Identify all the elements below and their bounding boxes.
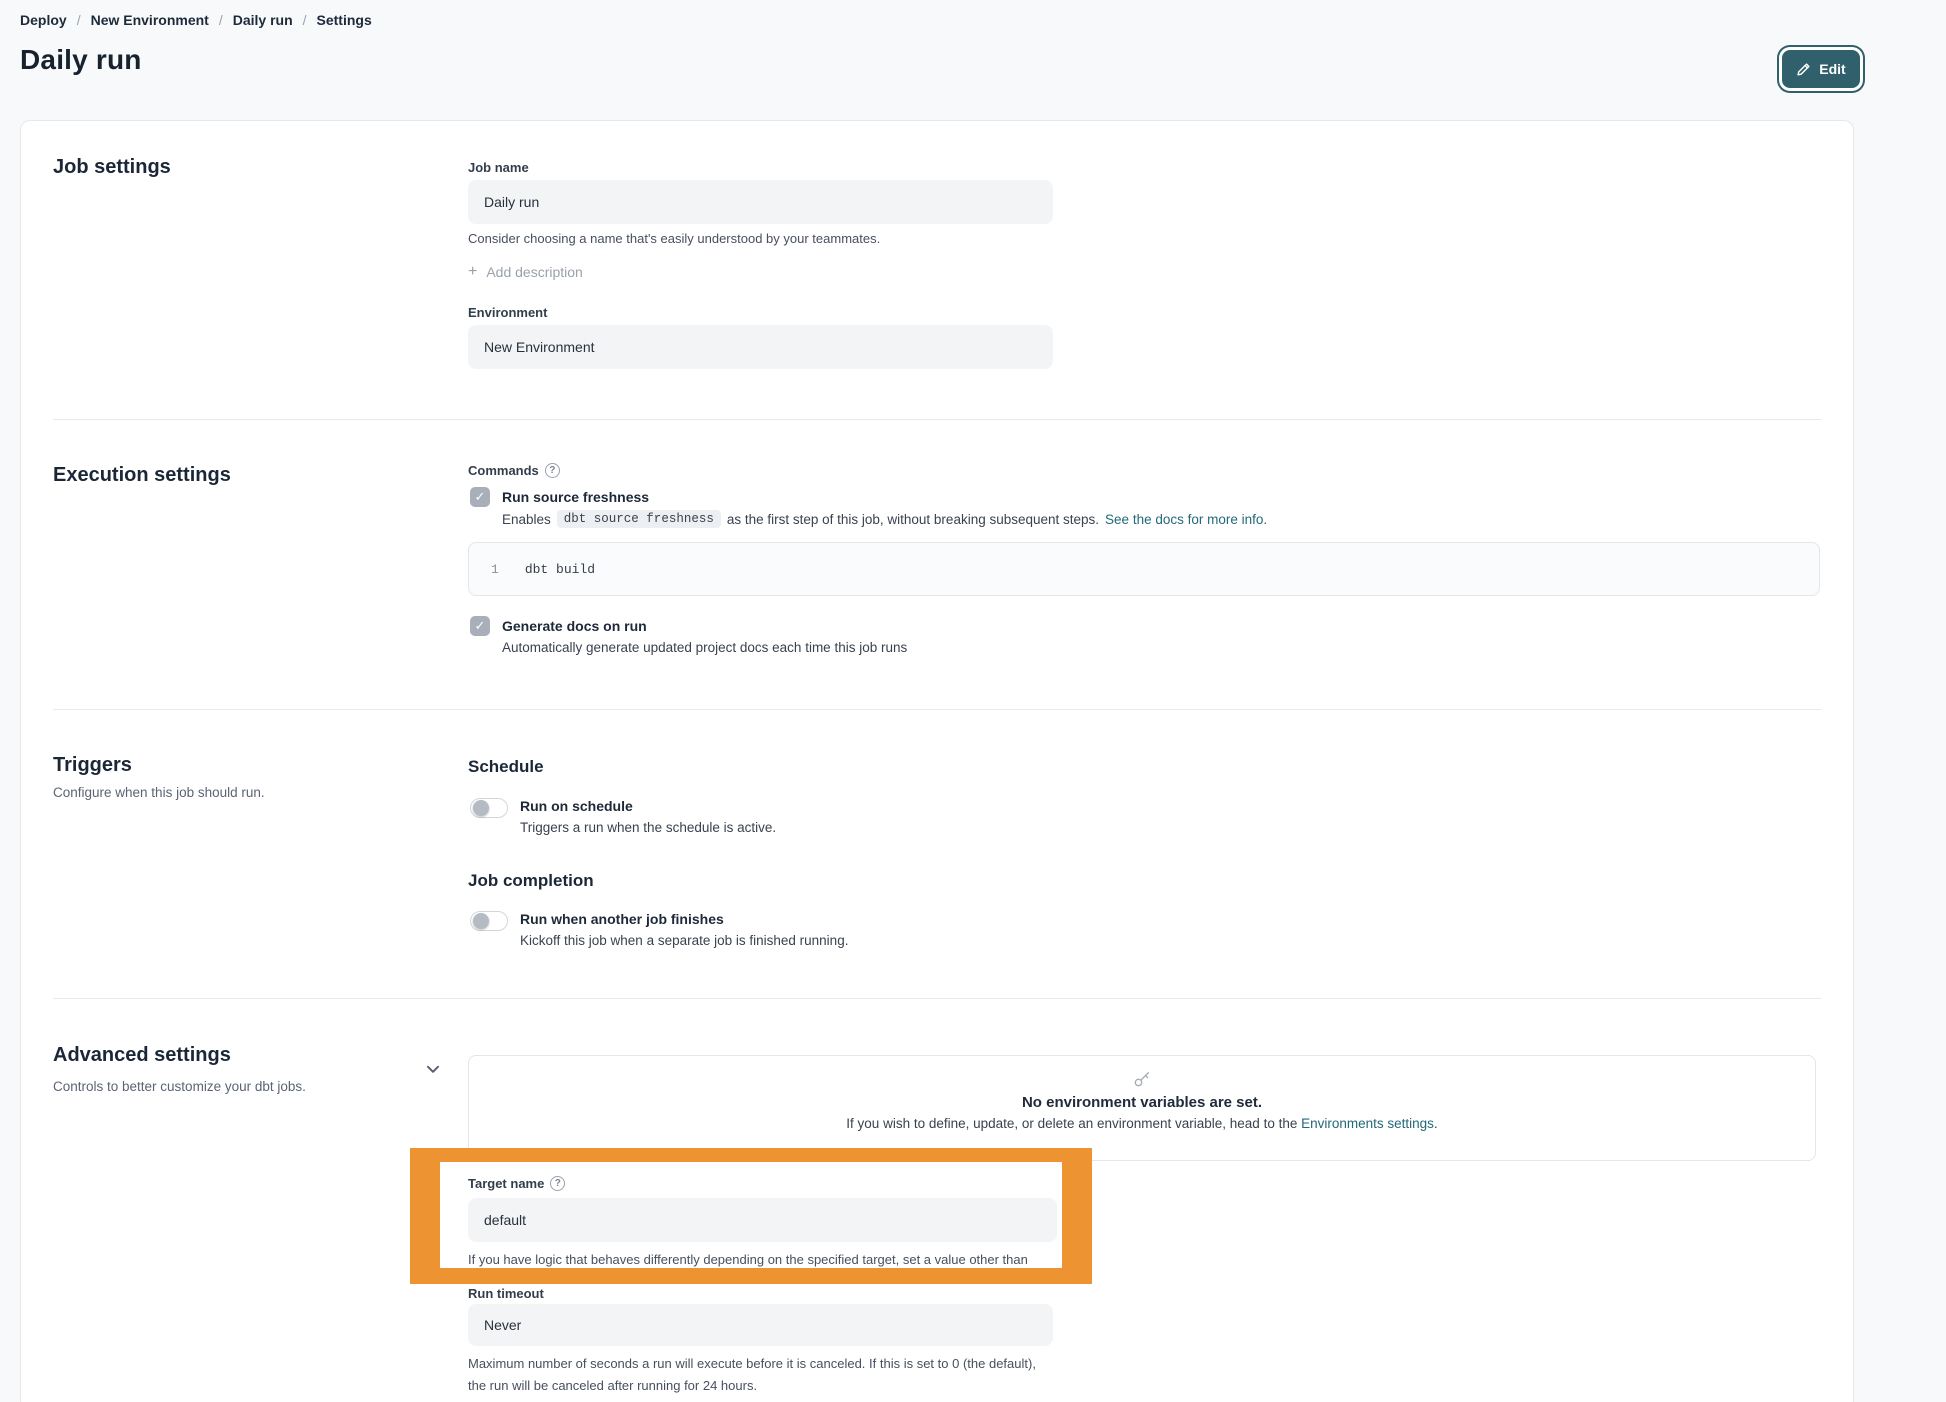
environment-input[interactable] — [468, 325, 1053, 369]
env-vars-empty-state: No environment variables are set. If you… — [468, 1055, 1816, 1161]
environments-settings-link[interactable]: Environments settings — [1301, 1116, 1434, 1131]
run-timeout-input[interactable] — [468, 1304, 1053, 1346]
collapse-section-button[interactable] — [424, 1060, 442, 1083]
execution-settings-heading: Execution settings — [53, 464, 231, 487]
breadcrumb-separator: / — [303, 12, 307, 28]
run-timeout-helper-line2: the run will be canceled after running f… — [468, 1378, 757, 1393]
breadcrumb-environment[interactable]: New Environment — [91, 12, 209, 28]
run-when-job-finishes-label: Run when another job finishes — [520, 911, 724, 927]
plus-icon: + — [468, 264, 477, 280]
advanced-settings-subheading: Controls to better customize your dbt jo… — [53, 1079, 306, 1094]
edit-button[interactable]: Edit — [1782, 50, 1860, 88]
breadcrumb-separator: / — [77, 12, 81, 28]
target-name-input[interactable] — [468, 1198, 1057, 1242]
add-description-button[interactable]: + Add description — [468, 264, 583, 280]
breadcrumb-separator: / — [219, 12, 223, 28]
toggle-knob — [473, 800, 489, 816]
run-timeout-label: Run timeout — [468, 1286, 544, 1301]
commands-code-editor[interactable]: 1 dbt build — [468, 542, 1820, 596]
advanced-settings-heading: Advanced settings — [53, 1044, 231, 1067]
schedule-heading: Schedule — [468, 757, 544, 777]
section-divider — [53, 709, 1821, 710]
run-when-job-finishes-desc: Kickoff this job when a separate job is … — [520, 933, 848, 948]
breadcrumb-deploy[interactable]: Deploy — [20, 12, 67, 28]
breadcrumb: Deploy / New Environment / Daily run / S… — [20, 12, 372, 28]
docs-link[interactable]: See the docs for more info. — [1105, 512, 1267, 527]
triggers-subheading: Configure when this job should run. — [53, 785, 265, 800]
breadcrumb-job[interactable]: Daily run — [233, 12, 293, 28]
env-vars-desc-prefix: If you wish to define, update, or delete… — [846, 1116, 1297, 1131]
code-text: dbt build — [525, 562, 595, 577]
job-name-helper: Consider choosing a name that's easily u… — [468, 231, 880, 246]
triggers-heading: Triggers — [53, 754, 132, 777]
commands-label-row: Commands ? — [468, 463, 560, 478]
edit-button-label: Edit — [1819, 61, 1845, 77]
check-icon: ✓ — [475, 489, 486, 505]
target-name-helper-line2: default. — [468, 1271, 511, 1286]
breadcrumb-settings: Settings — [317, 12, 372, 28]
target-name-helper-line1: If you have logic that behaves different… — [468, 1252, 1028, 1267]
run-timeout-helper-line1: Maximum number of seconds a run will exe… — [468, 1356, 1036, 1371]
code-chip: dbt source freshness — [557, 510, 721, 528]
pencil-icon — [1796, 62, 1811, 77]
page-title: Daily run — [20, 44, 142, 76]
generate-docs-desc: Automatically generate updated project d… — [502, 640, 907, 655]
chevron-down-icon — [424, 1060, 442, 1078]
job-settings-heading: Job settings — [53, 156, 171, 179]
generate-docs-label: Generate docs on run — [502, 618, 647, 634]
add-description-label: Add description — [486, 264, 583, 280]
toggle-knob — [473, 913, 489, 929]
generate-docs-checkbox[interactable]: ✓ — [470, 616, 490, 636]
env-vars-title: No environment variables are set. — [1022, 1094, 1262, 1111]
environment-label: Environment — [468, 305, 547, 320]
run-when-job-finishes-toggle[interactable] — [470, 911, 508, 931]
job-name-label: Job name — [468, 160, 529, 175]
run-on-schedule-label: Run on schedule — [520, 798, 633, 814]
key-icon — [1132, 1069, 1152, 1089]
job-name-input[interactable] — [468, 180, 1053, 224]
section-divider — [53, 419, 1821, 420]
code-line-number: 1 — [491, 562, 499, 577]
env-vars-desc-suffix: . — [1434, 1116, 1438, 1131]
check-icon: ✓ — [475, 618, 486, 634]
freshness-desc-prefix: Enables — [502, 512, 551, 527]
help-icon[interactable]: ? — [545, 463, 560, 478]
run-source-freshness-label: Run source freshness — [502, 489, 649, 505]
env-vars-desc: If you wish to define, update, or delete… — [846, 1116, 1437, 1131]
target-name-label: Target name — [468, 1176, 544, 1191]
page: Deploy / New Environment / Daily run / S… — [0, 0, 1946, 1402]
freshness-desc-suffix: as the first step of this job, without b… — [727, 512, 1099, 527]
help-icon[interactable]: ? — [550, 1176, 565, 1191]
commands-label: Commands — [468, 463, 539, 478]
job-completion-heading: Job completion — [468, 871, 594, 891]
run-source-freshness-desc: Enables dbt source freshness as the firs… — [502, 510, 1267, 528]
target-name-label-row: Target name ? — [468, 1176, 565, 1191]
section-divider — [53, 998, 1821, 999]
run-on-schedule-desc: Triggers a run when the schedule is acti… — [520, 820, 776, 835]
run-source-freshness-checkbox[interactable]: ✓ — [470, 487, 490, 507]
run-on-schedule-toggle[interactable] — [470, 798, 508, 818]
